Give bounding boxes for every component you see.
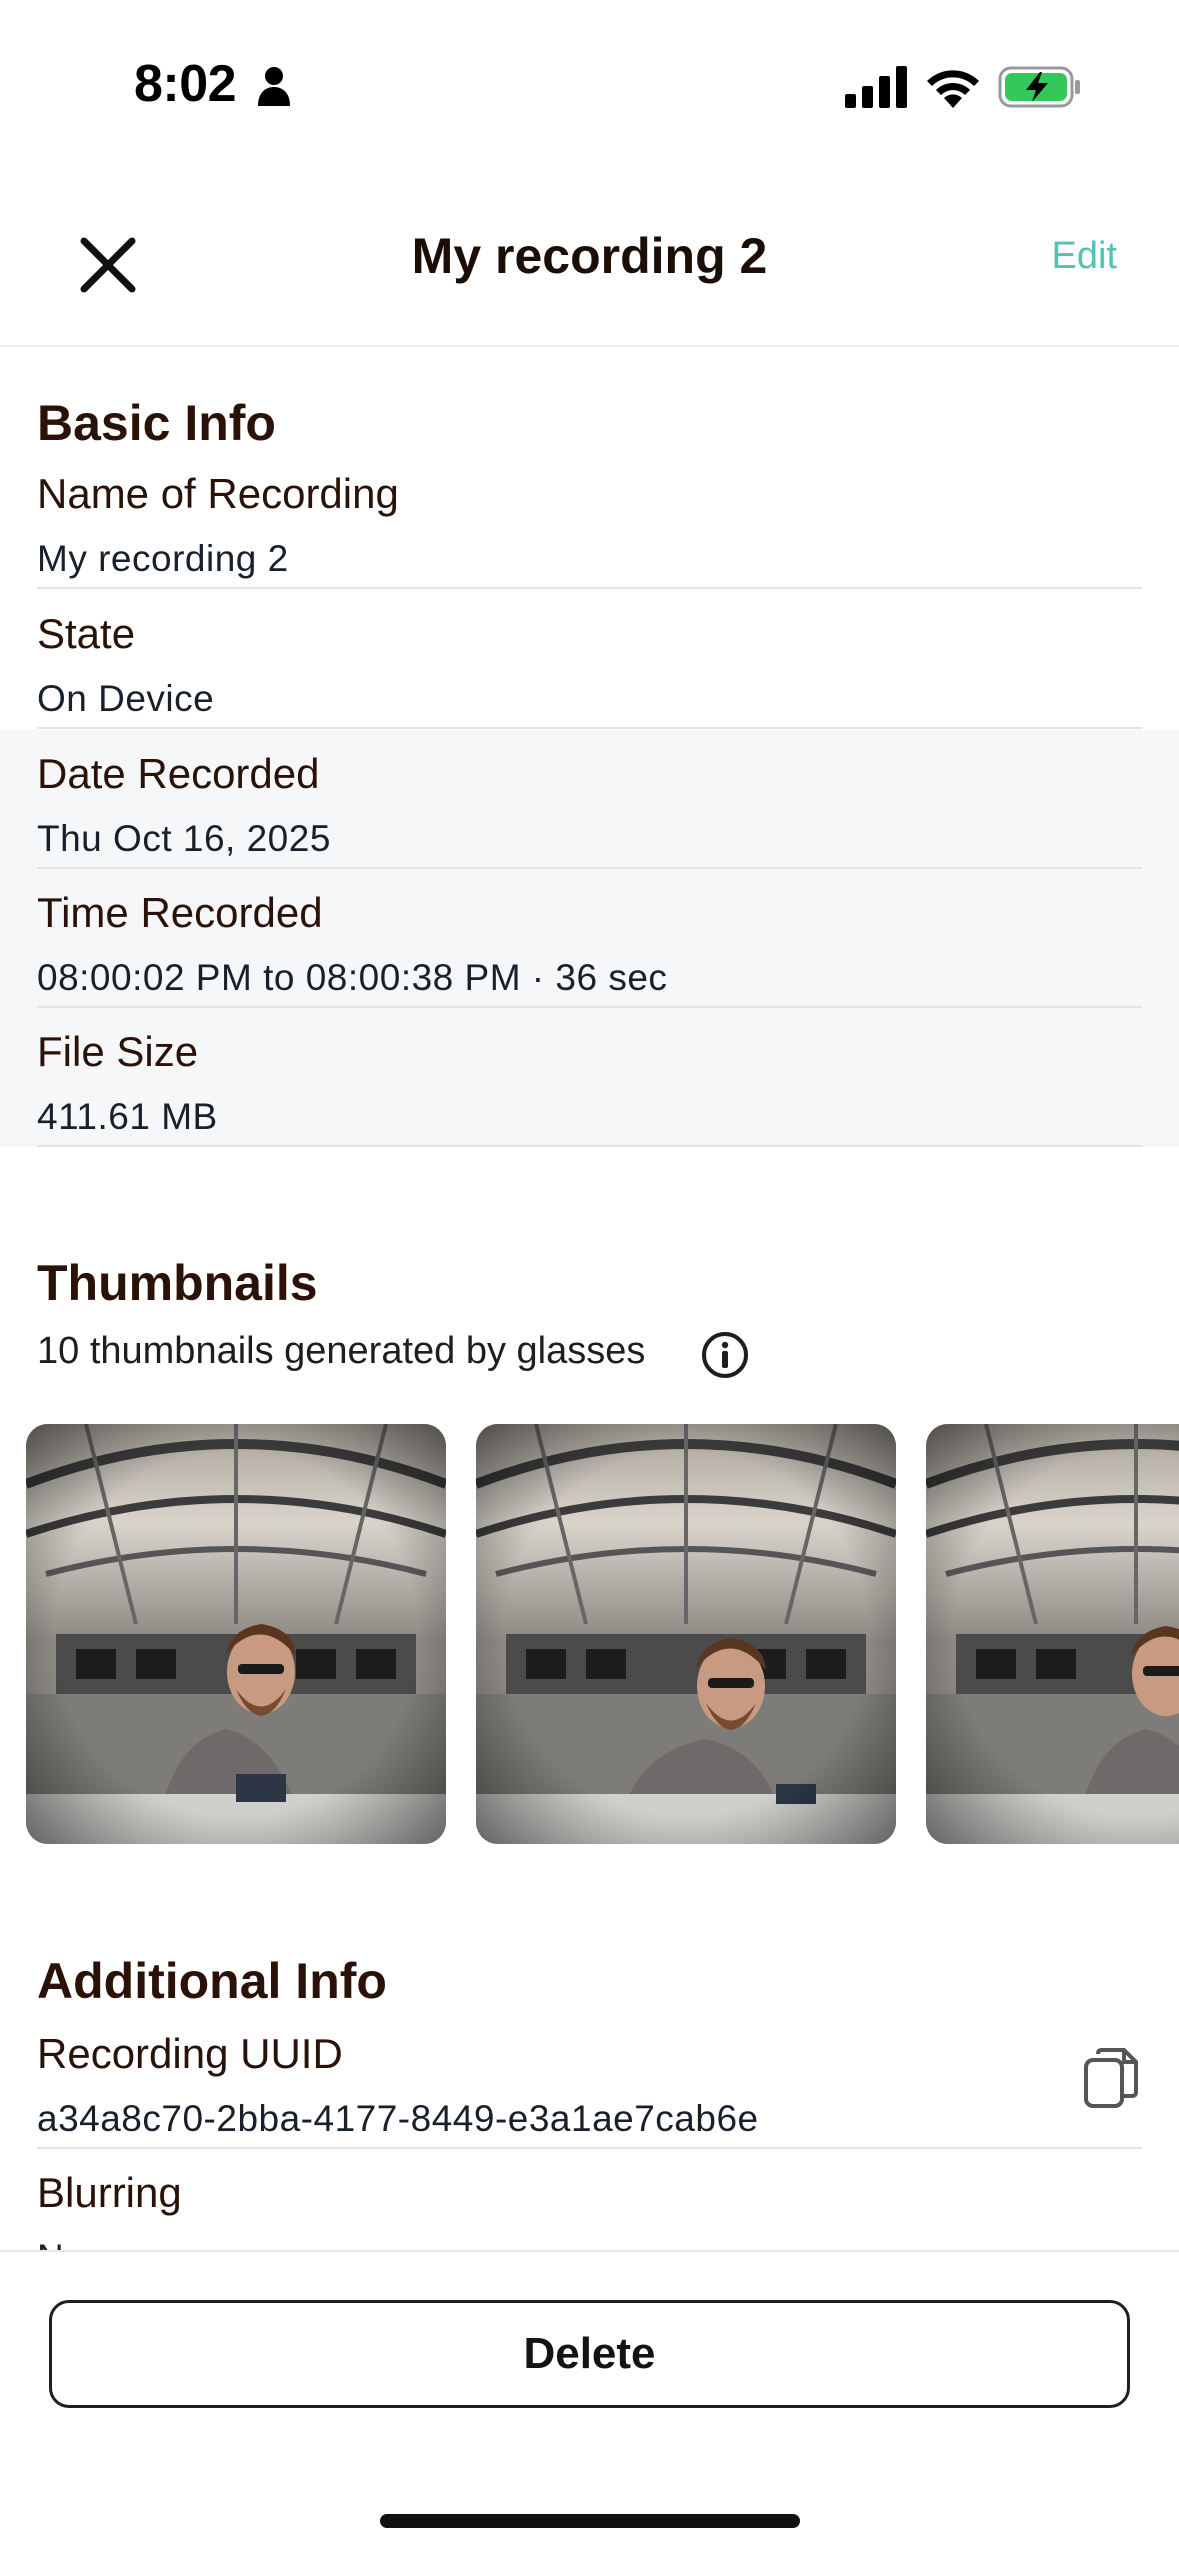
thumbnails-heading: Thumbnails	[37, 1255, 318, 1311]
basic-info-heading: Basic Info	[37, 395, 276, 451]
person-icon	[258, 67, 290, 106]
status-time: 8:02	[134, 55, 237, 113]
divider	[37, 1145, 1142, 1147]
info-row-uuid: Recording UUID a34a8c70-2bba-4177-8449-e…	[0, 2010, 1179, 2149]
info-row-state: State On Device	[0, 590, 1179, 729]
edit-button[interactable]: Edit	[1052, 235, 1117, 278]
row-value: Thu Oct 16, 2025	[37, 818, 331, 859]
info-row-name: Name of Recording My recording 2	[0, 450, 1179, 589]
row-value: My recording 2	[37, 538, 289, 579]
row-label: Recording UUID	[37, 2030, 343, 2077]
row-label: Name of Recording	[37, 470, 399, 517]
divider	[37, 727, 1142, 729]
thumbnail-image[interactable]	[476, 1424, 896, 1844]
row-value: a34a8c70-2bba-4177-8449-e3a1ae7cab6e	[37, 2098, 759, 2139]
home-indicator[interactable]	[380, 2514, 800, 2528]
thumbnail-image[interactable]	[926, 1424, 1179, 1844]
row-label: Time Recorded	[37, 889, 323, 936]
thumbnails-subtitle: 10 thumbnails generated by glasses	[37, 1330, 646, 1372]
row-label: State	[37, 610, 136, 657]
status-bar: 8:02	[0, 0, 1179, 175]
additional-info-heading: Additional Info	[37, 1953, 387, 2009]
divider	[37, 587, 1142, 589]
row-label: File Size	[37, 1028, 199, 1075]
info-row-date: Date Recorded Thu Oct 16, 2025	[0, 730, 1179, 869]
info-row-file-size: File Size 411.61 MB	[0, 1008, 1179, 1147]
row-label: Date Recorded	[37, 750, 320, 797]
row-value: 08:00:02 PM to 08:00:38 PM · 36 sec	[37, 957, 668, 998]
battery-charging-icon	[998, 66, 1080, 108]
row-value: On Device	[37, 678, 215, 719]
delete-button[interactable]: Delete	[49, 2300, 1130, 2408]
row-value: 411.61 MB	[37, 1096, 218, 1137]
row-label: Blurring	[37, 2169, 182, 2216]
thumbnail-strip[interactable]	[0, 1424, 1179, 1846]
bottom-action-bar: Delete	[0, 2250, 1179, 2456]
signal-icon	[845, 66, 907, 108]
info-icon[interactable]	[700, 1330, 750, 1380]
wifi-icon	[927, 70, 979, 108]
copy-icon[interactable]	[1082, 2046, 1140, 2110]
navigation-bar: My recording 2 Edit	[0, 175, 1179, 347]
info-row-time: Time Recorded 08:00:02 PM to 08:00:38 PM…	[0, 869, 1179, 1008]
thumbnail-image[interactable]	[26, 1424, 446, 1844]
page-title: My recording 2	[411, 228, 768, 284]
